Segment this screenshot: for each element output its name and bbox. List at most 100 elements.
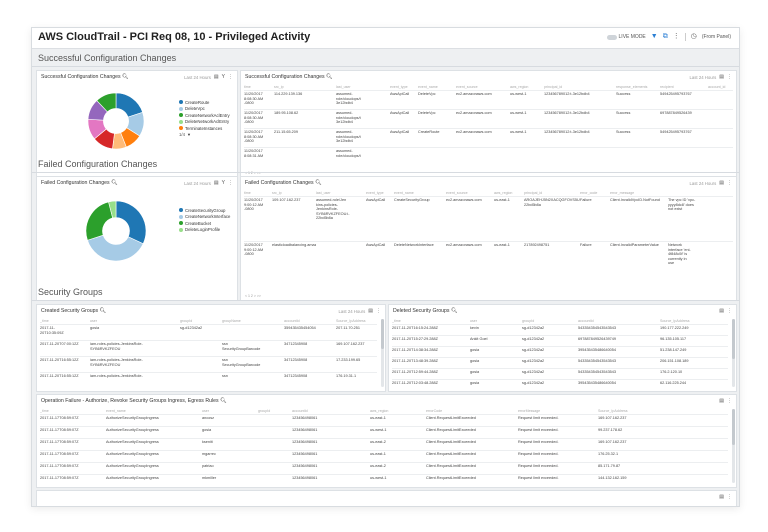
more-options-icon[interactable]: ⋮	[228, 180, 233, 186]
scrollbar-thumb[interactable]	[732, 409, 735, 445]
column-header[interactable]: recipient	[660, 84, 708, 90]
column-header[interactable]: last_user	[336, 84, 390, 90]
search-icon[interactable]: 🔍︎	[315, 180, 322, 186]
column-header[interactable]: principal_id	[544, 84, 616, 90]
column-header[interactable]: _time	[392, 318, 470, 324]
table-row[interactable]: 2017-11-20T16:55:12Ziam-roles-policies-J…	[40, 372, 377, 388]
legend-item[interactable]: CreateNetworkAclEntry	[179, 112, 230, 119]
column-header[interactable]: event_source	[456, 84, 510, 90]
legend-item[interactable]: CreateNetworkInterface	[179, 214, 230, 221]
pie-slice-createsecuritygroup[interactable]	[116, 201, 146, 244]
copy-icon[interactable]: ▤	[719, 308, 724, 314]
more-options-icon[interactable]: ⋮	[727, 308, 732, 314]
column-header[interactable]: event_type	[390, 84, 418, 90]
column-header[interactable]: accountId	[578, 318, 660, 324]
search-icon[interactable]: 🔍︎	[111, 180, 118, 186]
column-header[interactable]: event_name	[418, 84, 456, 90]
table-row[interactable]: 2017-11-17T08:59:07ZAuthorizeSecurityGro…	[40, 462, 728, 474]
successful-changes-donut-chart[interactable]	[88, 93, 144, 149]
column-header[interactable]: event_name	[394, 190, 446, 196]
table-row[interactable]: 2017-11-17T08:59:07ZAuthorizeSecurityGro…	[40, 438, 728, 450]
column-header[interactable]: errorCode	[426, 408, 518, 414]
failed-changes-donut-chart[interactable]	[86, 201, 146, 261]
column-header[interactable]: time	[244, 84, 274, 90]
table-row[interactable]: 2017-11-20T16:55:12Ziam-roles-policies-J…	[40, 356, 377, 372]
column-header[interactable]: user	[202, 408, 258, 414]
search-icon[interactable]: 🔍︎	[122, 74, 129, 80]
table-row[interactable]: 11/20/2017 9:00:12 AM -0800109.107.162.2…	[244, 196, 733, 241]
column-header[interactable]: error_message	[610, 190, 668, 196]
table-row[interactable]: 11/20/2017 8:08:30 AM -0800211.15.65.209…	[244, 128, 733, 147]
column-header[interactable]: Source_IpAddress	[660, 318, 724, 324]
column-header[interactable]: Source_IpAddress	[336, 318, 380, 324]
table-row[interactable]: 2017-11-17T08:59:07ZAuthorizeSecurityGro…	[40, 414, 728, 426]
table-row[interactable]: 2017-11-20T12:03:48.288Zgosiasg-d12342a2…	[392, 379, 728, 390]
table-row[interactable]: 2017-11-20T12:59:44.288Zgosiasg-d12342a2…	[392, 368, 728, 379]
copy-icon[interactable]: ▤	[719, 398, 724, 404]
column-header[interactable]: errorMessage	[518, 408, 598, 414]
search-icon[interactable]: 🔍︎	[326, 74, 333, 80]
column-header[interactable]: aws_region	[370, 408, 426, 414]
copy-icon[interactable]: ▤	[368, 308, 373, 314]
more-options-icon[interactable]: ⋮	[727, 398, 732, 404]
column-header[interactable]: account_id	[708, 84, 732, 90]
table-row[interactable]: 11/20/2017 8:08:31 AMassumed- role/cloud…	[244, 147, 733, 166]
more-options-icon[interactable]: ⋮	[727, 74, 732, 80]
copy-icon[interactable]: ▤	[719, 494, 724, 500]
search-icon[interactable]: 🔍︎	[451, 308, 458, 314]
more-options-icon[interactable]: ⋮	[228, 74, 233, 80]
more-options-icon[interactable]: ⋮	[727, 494, 732, 500]
column-header[interactable]: event_source	[446, 190, 494, 196]
column-header[interactable]: groupId	[522, 318, 578, 324]
column-header[interactable]: groupId	[258, 408, 292, 414]
column-header[interactable]: accountId	[284, 318, 336, 324]
table-row[interactable]: 2017-11-20T16:15:24.288Zkevinsg-d12342a2…	[392, 324, 728, 335]
table-row[interactable]: 11/20/2017 9:00:12 AM -0800elasticloadba…	[244, 241, 733, 286]
legend-item[interactable]: CreateSecurityGroup	[179, 207, 230, 214]
copy-icon[interactable]: ▤	[719, 74, 724, 80]
table-row[interactable]: 11/20/2017 8:08:30 AM -0800114.229.139.1…	[244, 90, 733, 109]
more-options-icon[interactable]: ⋮	[727, 180, 732, 186]
scrollbar[interactable]	[732, 409, 735, 483]
legend-item[interactable]: DeleteLoginProfile	[179, 227, 230, 234]
scrollbar[interactable]	[732, 319, 735, 387]
scrollbar[interactable]	[381, 319, 384, 387]
table-row[interactable]: 2017-11- 20T10:35:09Zgosiasg-d12342a2359…	[40, 324, 377, 340]
time-range-selector[interactable]: (From Panel)	[702, 34, 731, 40]
column-header[interactable]: groupName	[222, 318, 284, 324]
pie-slice-createbucket[interactable]	[86, 202, 113, 240]
scrollbar-thumb[interactable]	[732, 319, 735, 359]
copy-icon[interactable]: ▤	[719, 180, 724, 186]
column-header[interactable]: time	[244, 190, 272, 196]
search-icon[interactable]: 🔍︎	[220, 398, 227, 404]
column-header[interactable]: aws_region	[510, 84, 544, 90]
table-row[interactable]: 2017-11-20T14:38:34.288Zgosiasg-d12342a2…	[392, 346, 728, 357]
column-header[interactable]: event_name	[106, 408, 202, 414]
filter-icon[interactable]: ▼	[651, 34, 658, 40]
copy-icon[interactable]: ▤	[214, 180, 219, 186]
column-header[interactable]: groupId	[180, 318, 222, 324]
share-icon[interactable]: ⧉	[663, 34, 668, 40]
legend-item[interactable]: DeleteNetworkAclEntry	[179, 119, 230, 126]
column-header[interactable]: principal_id	[524, 190, 580, 196]
table-row[interactable]: 2017-11-20T13:48:39.288Zgosiasg-d12342a2…	[392, 357, 728, 368]
more-options-icon[interactable]: ⋮	[673, 34, 680, 40]
scrollbar-thumb[interactable]	[381, 319, 384, 349]
table-row[interactable]: 2017-11-17T08:59:07ZAuthorizeSecurityGro…	[40, 450, 728, 462]
filter-icon[interactable]: Y	[222, 180, 225, 186]
table-row[interactable]: 2017-11-17T08:59:07ZAuthorizeSecurityGro…	[40, 426, 728, 438]
copy-icon[interactable]: ▤	[214, 74, 219, 80]
table-row[interactable]: 2017-11-20T07:00:12Ziam-roles-policies-J…	[40, 340, 377, 356]
column-header[interactable]: _time	[40, 408, 106, 414]
table-row[interactable]: 11/20/2017 8:08:30 AM -0800189.95.108.62…	[244, 109, 733, 128]
table-row[interactable]: 2017-11-17T08:59:07ZAuthorizeSecurityGro…	[40, 474, 728, 486]
column-header[interactable]: last_user	[316, 190, 366, 196]
column-header[interactable]: src_ip	[274, 84, 336, 90]
legend-item[interactable]: 1/4▼	[179, 132, 230, 139]
legend-item[interactable]: TerminateInstances	[179, 125, 230, 132]
more-options-icon[interactable]: ⋮	[376, 308, 381, 314]
column-header[interactable]: event_type	[366, 190, 394, 196]
column-header[interactable]: _time	[40, 318, 90, 324]
table-row[interactable]: 2017-11-20T15:27:29.288ZAnkit Goelsg-d12…	[392, 335, 728, 346]
live-mode-toggle[interactable]: LIVE MODE	[607, 34, 646, 40]
